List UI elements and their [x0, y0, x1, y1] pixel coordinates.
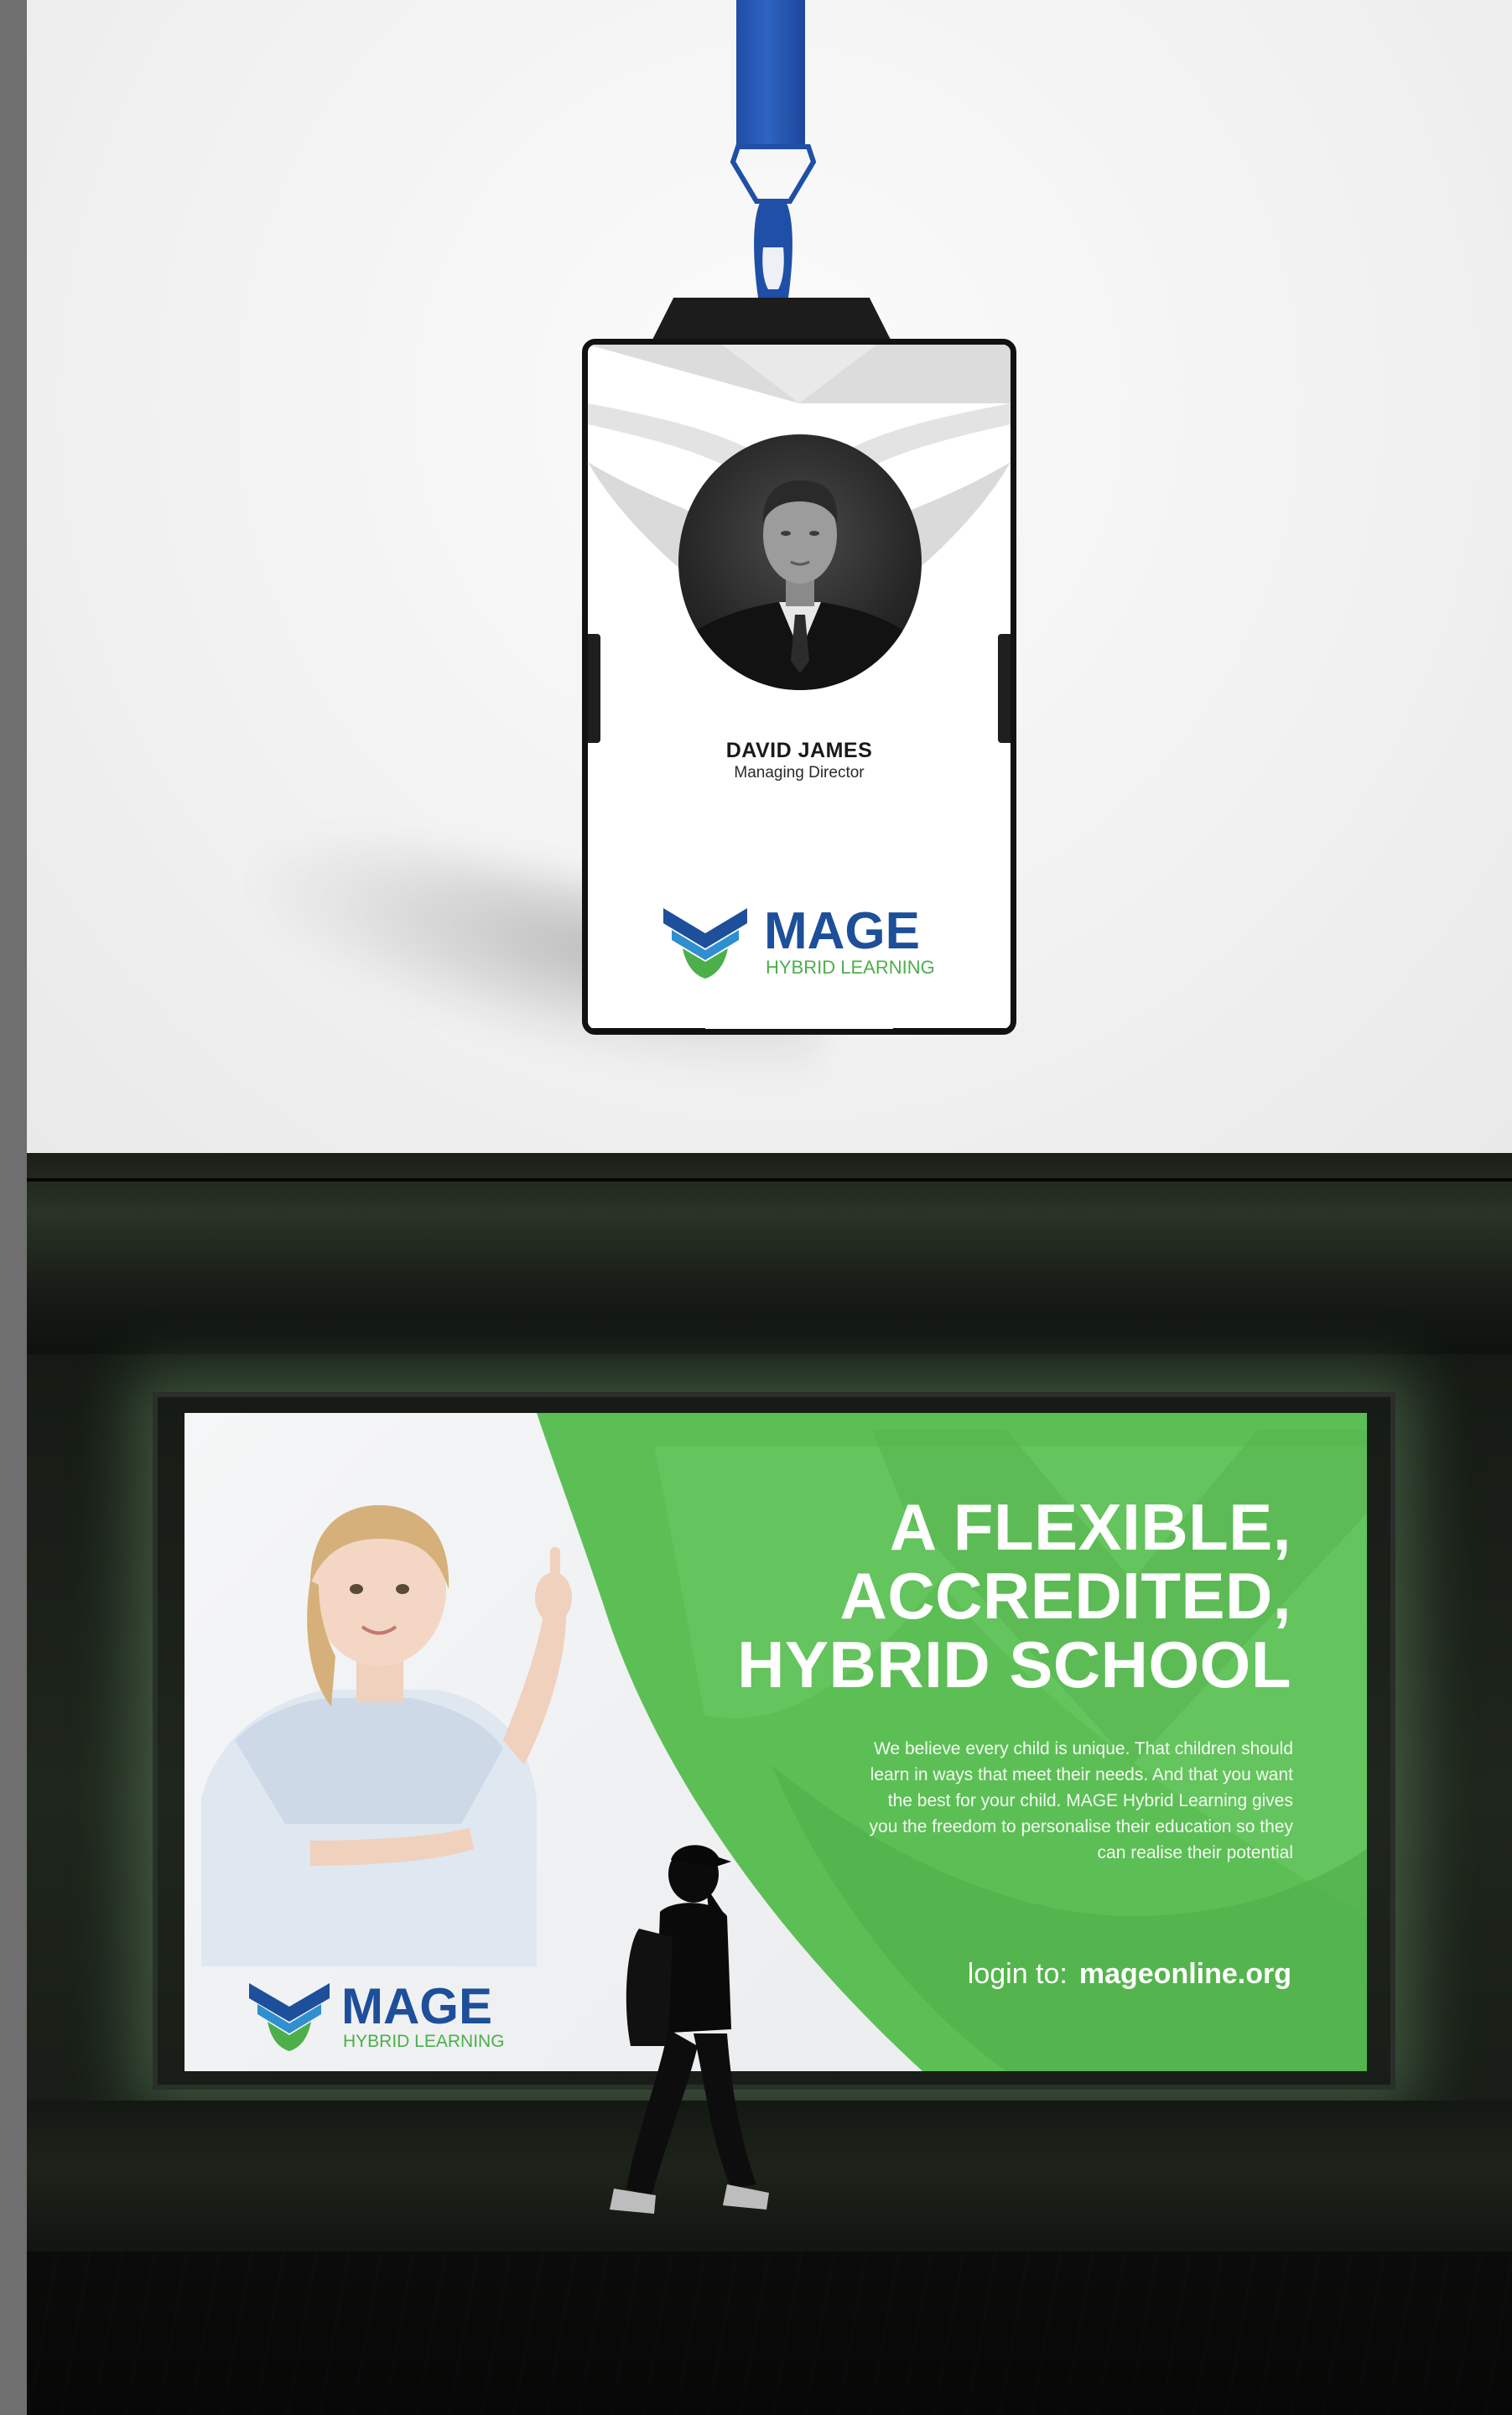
body-line-5: can realise their potential [1097, 1843, 1293, 1862]
lanyard-strap [736, 0, 805, 149]
profile-photo [678, 434, 922, 690]
card-side-clip-left [588, 634, 600, 743]
headline-line-3: HYBRID SCHOOL [737, 1628, 1291, 1701]
card-logo-word: MAGE [764, 902, 920, 960]
billboard-headline: A FLEXIBLE, ACCREDITED, HYBRID SCHOOL [737, 1493, 1291, 1699]
headline-line-1: A FLEXIBLE, [889, 1490, 1291, 1564]
id-card: DAVID JAMES Managing Director MAGE HYBRI… [582, 339, 1016, 1035]
card-logo-subtitle: HYBRID LEARNING [766, 957, 935, 978]
card-side-clip-right [998, 634, 1011, 743]
station-ceiling [27, 1153, 1512, 1354]
card-bottom-edge [588, 1026, 1011, 1029]
person-portrait-icon [678, 480, 922, 690]
id-card-mockup: DAVID JAMES Managing Director MAGE HYBRI… [27, 0, 1512, 1153]
headline-line-2: ACCREDITED, [839, 1559, 1291, 1633]
login-label: login to: [967, 1958, 1068, 1990]
left-margin-bar [0, 0, 27, 2415]
body-line-1: We believe every child is unique. That c… [873, 1739, 1293, 1758]
card-logo: MAGE HYBRID LEARNING [663, 902, 935, 979]
billboard-ad: A FLEXIBLE, ACCREDITED, HYBRID SCHOOL We… [184, 1413, 1367, 2071]
body-line-4: you the freedom to personalise their edu… [869, 1817, 1293, 1836]
billboard-body-text: We believe every child is unique. That c… [790, 1736, 1293, 1866]
login-line: login to: mageonline.org [968, 1958, 1291, 1991]
billboard-logo-subtitle: HYBRID LEARNING [343, 2032, 505, 2051]
mage-logo-icon [249, 1983, 330, 2051]
pedestrian-silhouette [610, 1845, 769, 2214]
login-url: mageonline.org [1078, 1958, 1291, 1990]
body-line-2: learn in ways that meet their needs. And… [870, 1765, 1293, 1784]
billboard-logo: MAGE HYBRID LEARNING [249, 1978, 505, 2051]
billboard-mockup: A FLEXIBLE, ACCREDITED, HYBRID SCHOOL We… [27, 1153, 1512, 2415]
person-job-title: Managing Director [734, 764, 865, 782]
girl-photo [201, 1505, 572, 1966]
body-line-3: the best for your child. MAGE Hybrid Lea… [887, 1791, 1293, 1810]
billboard-logo-word: MAGE [341, 1978, 492, 2034]
person-name: DAVID JAMES [725, 739, 873, 762]
mage-logo-icon [663, 908, 747, 979]
